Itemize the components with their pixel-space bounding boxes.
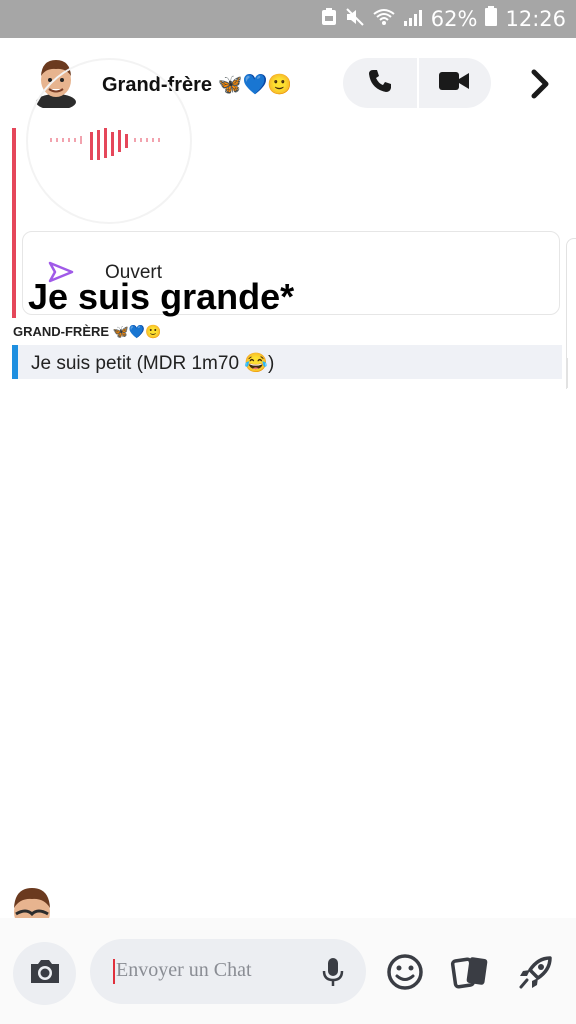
camera-button[interactable] <box>13 942 76 1005</box>
chat-input-placeholder: Envoyer un Chat <box>116 959 252 981</box>
sender-accent-bar <box>12 128 16 318</box>
chat-thread: Ouvert Je suis grande* GRAND-FRÈRE 🦋💙🙂 J… <box>0 58 576 908</box>
snap-caption-text: Je suis grande* <box>28 276 295 317</box>
microphone-icon[interactable] <box>322 957 344 987</box>
sender-name-label: GRAND-FRÈRE 🦋💙🙂 <box>13 324 162 339</box>
video-camera-icon <box>438 69 470 98</box>
clock: 12:26 <box>505 6 566 31</box>
games-button[interactable] <box>516 952 556 992</box>
typing-bitmoji-avatar <box>6 886 58 920</box>
composer-bar: Envoyer un Chat <box>0 918 576 1024</box>
chevron-right-icon[interactable] <box>524 66 556 102</box>
status-icons: 62% 12:26 <box>321 6 566 31</box>
call-button-group <box>343 58 491 108</box>
cards-icon <box>450 957 490 996</box>
stickers-button[interactable] <box>450 952 490 992</box>
battery-percent: 62% <box>430 6 478 31</box>
status-bar: 62% 12:26 <box>0 0 576 38</box>
phone-icon <box>366 67 394 100</box>
thread-divider <box>567 358 568 388</box>
emoji-button[interactable] <box>385 952 425 992</box>
camera-icon <box>28 957 62 990</box>
wifi-icon <box>373 7 395 31</box>
smiley-icon <box>385 954 425 996</box>
voice-waveform-icon <box>50 128 160 169</box>
battery-icon <box>485 6 498 31</box>
chat-input[interactable]: Envoyer un Chat <box>90 939 366 1004</box>
video-call-button[interactable] <box>417 58 491 108</box>
notification-icon <box>321 7 337 31</box>
rocket-icon <box>516 956 556 996</box>
mute-icon <box>345 7 365 31</box>
message-accent-bar <box>12 345 18 379</box>
text-caret <box>113 959 115 984</box>
voice-call-button[interactable] <box>343 58 417 108</box>
chat-message[interactable]: Je suis petit (MDR 1m70 😂) <box>12 345 562 379</box>
signal-icon <box>403 7 423 31</box>
message-text: Je suis petit (MDR 1m70 😂) <box>31 353 275 374</box>
